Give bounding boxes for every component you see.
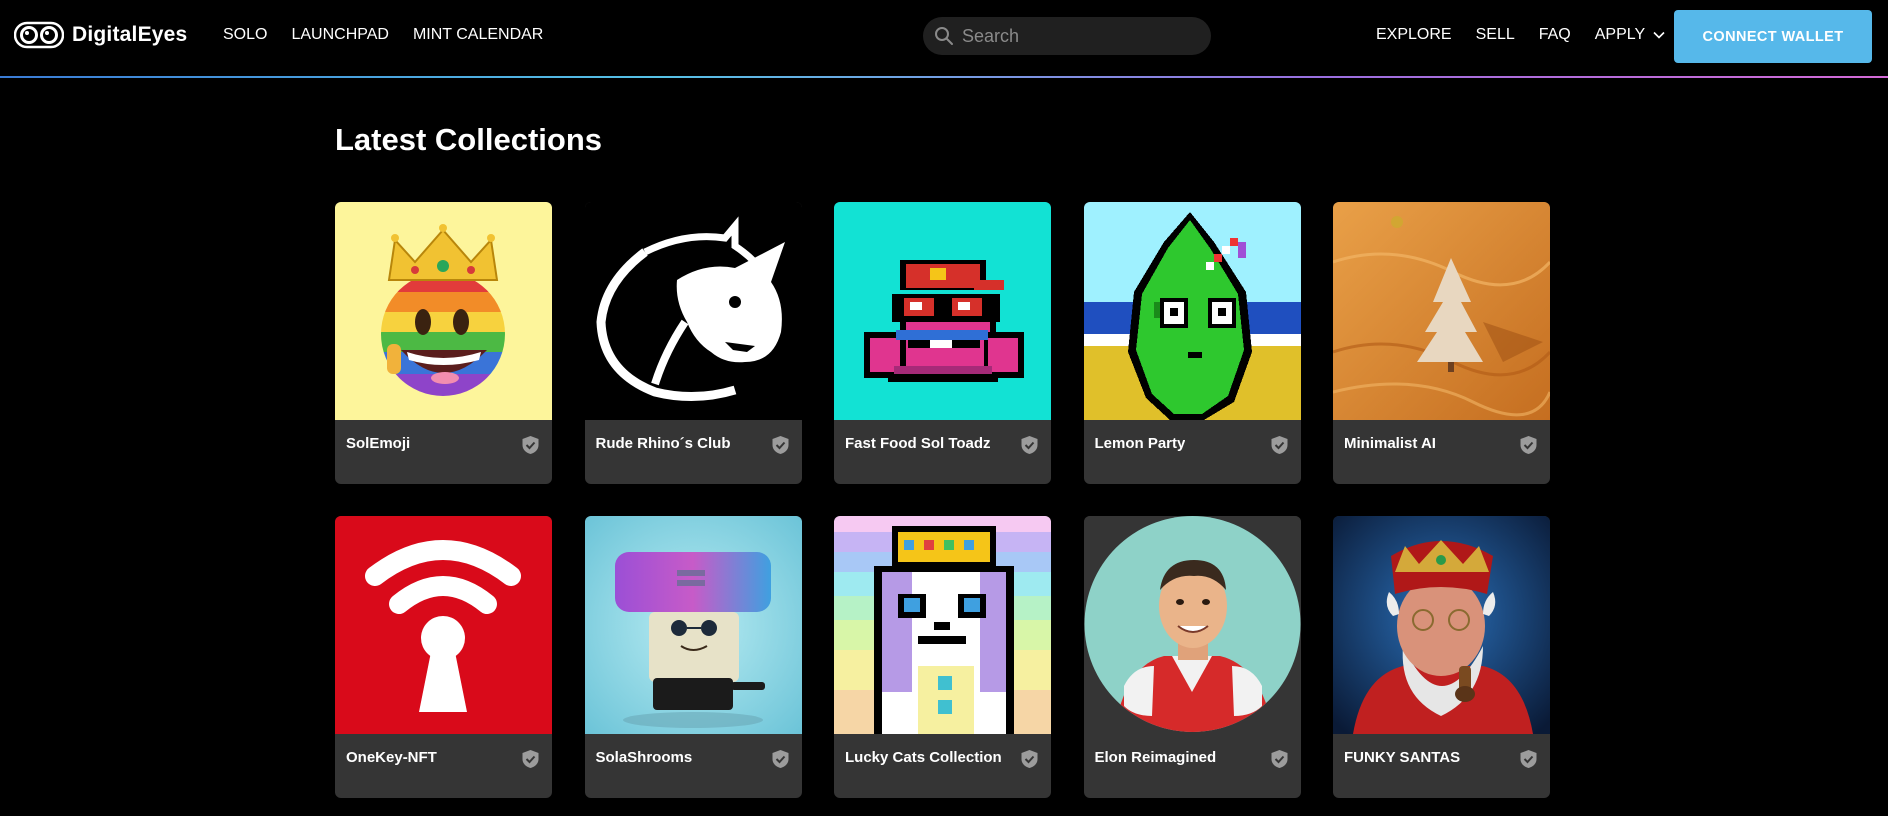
- collection-art-onekey-nft: [335, 516, 552, 734]
- collection-name: FUNKY SANTAS: [1344, 749, 1461, 766]
- collection-card-onekey-nft[interactable]: OneKey-NFT: [335, 516, 552, 798]
- collection-card-elon-reimagined[interactable]: Elon Reimagined: [1083, 516, 1301, 798]
- search-input[interactable]: [962, 25, 1192, 47]
- primary-nav: SOLO LAUNCHPAD MINT CALENDAR: [223, 26, 543, 44]
- verified-shield-icon: [522, 436, 539, 454]
- verified-shield-icon: [1520, 750, 1537, 768]
- nav-link-mint-calendar[interactable]: MINT CALENDAR: [413, 26, 543, 44]
- card-footer: Lemon Party: [1084, 420, 1301, 484]
- collection-card-solemoji[interactable]: SolEmoji: [335, 202, 552, 484]
- collection-card-rude-rhinos-club[interactable]: Rude Rhino´s Club: [584, 202, 802, 484]
- collection-card-minimalist-ai[interactable]: Minimalist AI: [1333, 202, 1550, 484]
- verified-shield-icon: [1520, 436, 1537, 454]
- apply-dropdown[interactable]: APPLY: [1595, 26, 1665, 44]
- collection-name: Fast Food Sol Toadz: [845, 435, 991, 452]
- collection-art-lemon-party: [1083, 202, 1301, 420]
- collection-art-fast-food-sol-toadz: [834, 202, 1051, 420]
- card-footer: Minimalist AI: [1333, 420, 1550, 484]
- card-footer: Rude Rhino´s Club: [585, 420, 802, 484]
- brand-logo[interactable]: DigitalEyes: [14, 20, 187, 50]
- card-footer: Lucky Cats Collection: [834, 734, 1051, 798]
- nav-link-sell[interactable]: SELL: [1476, 26, 1515, 44]
- collection-name: Lucky Cats Collection: [845, 749, 1002, 766]
- connect-wallet-button[interactable]: CONNECT WALLET: [1674, 10, 1872, 63]
- verified-shield-icon: [522, 750, 539, 768]
- verified-shield-icon: [1021, 750, 1038, 768]
- nav-link-solo[interactable]: SOLO: [223, 26, 267, 44]
- collection-art-elon-reimagined: [1083, 516, 1301, 734]
- verified-shield-icon: [1271, 750, 1287, 768]
- collection-card-solashrooms[interactable]: SolaShrooms: [584, 516, 802, 798]
- verified-shield-icon: [772, 436, 788, 454]
- collection-name: Minimalist AI: [1344, 435, 1436, 452]
- collection-name: SolEmoji: [346, 435, 411, 452]
- search-bar[interactable]: [923, 17, 1211, 55]
- collection-card-fast-food-sol-toadz[interactable]: Fast Food Sol Toadz: [834, 202, 1051, 484]
- secondary-nav: EXPLORE SELL FAQ APPLY: [1376, 26, 1665, 44]
- chevron-down-icon: [1653, 31, 1665, 39]
- collection-name: SolaShrooms: [595, 749, 693, 766]
- collection-name: OneKey-NFT: [346, 749, 437, 766]
- nav-link-explore[interactable]: EXPLORE: [1376, 26, 1452, 44]
- verified-shield-icon: [1271, 436, 1287, 454]
- card-footer: SolEmoji: [335, 420, 552, 484]
- collections-grid: SolEmoji Rude Rhino´s Club Fast Food Sol…: [335, 202, 1553, 798]
- collection-art-funky-santas: [1333, 516, 1550, 734]
- collection-name: Lemon Party: [1094, 435, 1186, 452]
- card-footer: OneKey-NFT: [335, 734, 552, 798]
- nav-divider: [0, 76, 1888, 78]
- apply-label: APPLY: [1594, 26, 1646, 43]
- card-footer: Elon Reimagined: [1084, 734, 1301, 798]
- search-icon: [935, 27, 953, 45]
- collection-art-solemoji: [335, 202, 552, 420]
- collection-card-lucky-cats-collection[interactable]: Lucky Cats Collection: [834, 516, 1051, 798]
- collection-art-lucky-cats-collection: [834, 516, 1051, 734]
- section-title: Latest Collections: [335, 122, 602, 157]
- collection-card-funky-santas[interactable]: FUNKY SANTAS: [1333, 516, 1550, 798]
- collection-name: Rude Rhino´s Club: [595, 435, 731, 452]
- card-footer: Fast Food Sol Toadz: [834, 420, 1051, 484]
- nav-link-faq[interactable]: FAQ: [1539, 26, 1571, 44]
- collection-art-rude-rhinos-club: [584, 202, 802, 420]
- card-footer: SolaShrooms: [585, 734, 802, 798]
- nav-link-launchpad[interactable]: LAUNCHPAD: [291, 26, 389, 44]
- verified-shield-icon: [1021, 436, 1038, 454]
- collection-art-solashrooms: [584, 516, 802, 734]
- top-nav: DigitalEyes SOLO LAUNCHPAD MINT CALENDAR…: [0, 0, 1888, 76]
- verified-shield-icon: [772, 750, 788, 768]
- collection-card-lemon-party[interactable]: Lemon Party: [1083, 202, 1301, 484]
- brand-name: DigitalEyes: [72, 23, 188, 46]
- card-footer: FUNKY SANTAS: [1333, 734, 1550, 798]
- collection-name: Elon Reimagined: [1094, 749, 1217, 766]
- eyes-logo-icon: [14, 21, 64, 49]
- collection-art-minimalist-ai: [1333, 202, 1550, 420]
